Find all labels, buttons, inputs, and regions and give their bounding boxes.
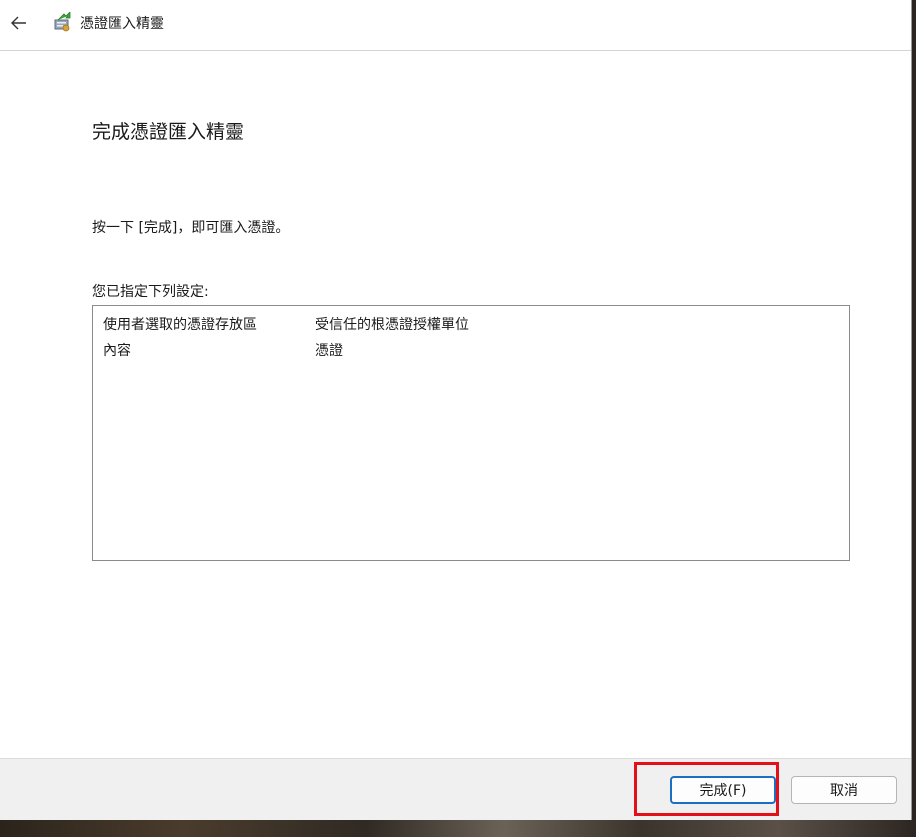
settings-list[interactable]: 使用者選取的憑證存放區 受信任的根憑證授權單位 內容 憑證 (92, 305, 850, 561)
finish-button[interactable]: 完成(F) (670, 776, 776, 804)
settings-label: 您已指定下列設定: (92, 284, 209, 300)
setting-key: 內容 (103, 343, 131, 359)
wizard-content: 完成憑證匯入精靈 按一下 [完成]，即可匯入憑證。 您已指定下列設定: 使用者選… (0, 51, 911, 758)
page-heading: 完成憑證匯入精靈 (92, 121, 245, 143)
back-arrow-icon[interactable] (6, 10, 32, 36)
certificate-import-wizard-window: 憑證匯入精靈 完成憑證匯入精靈 按一下 [完成]，即可匯入憑證。 您已指定下列設… (0, 0, 912, 820)
certificate-import-icon (52, 11, 72, 32)
instruction-text: 按一下 [完成]，即可匯入憑證。 (92, 220, 290, 236)
window-title: 憑證匯入精靈 (80, 16, 164, 32)
desktop-background (0, 820, 916, 837)
setting-key: 使用者選取的憑證存放區 (103, 317, 257, 333)
setting-value: 憑證 (315, 343, 343, 359)
title-bar: 憑證匯入精靈 (0, 0, 911, 51)
cancel-button[interactable]: 取消 (791, 776, 897, 804)
setting-value: 受信任的根憑證授權單位 (315, 317, 469, 333)
wizard-footer: 完成(F) 取消 (0, 758, 911, 820)
